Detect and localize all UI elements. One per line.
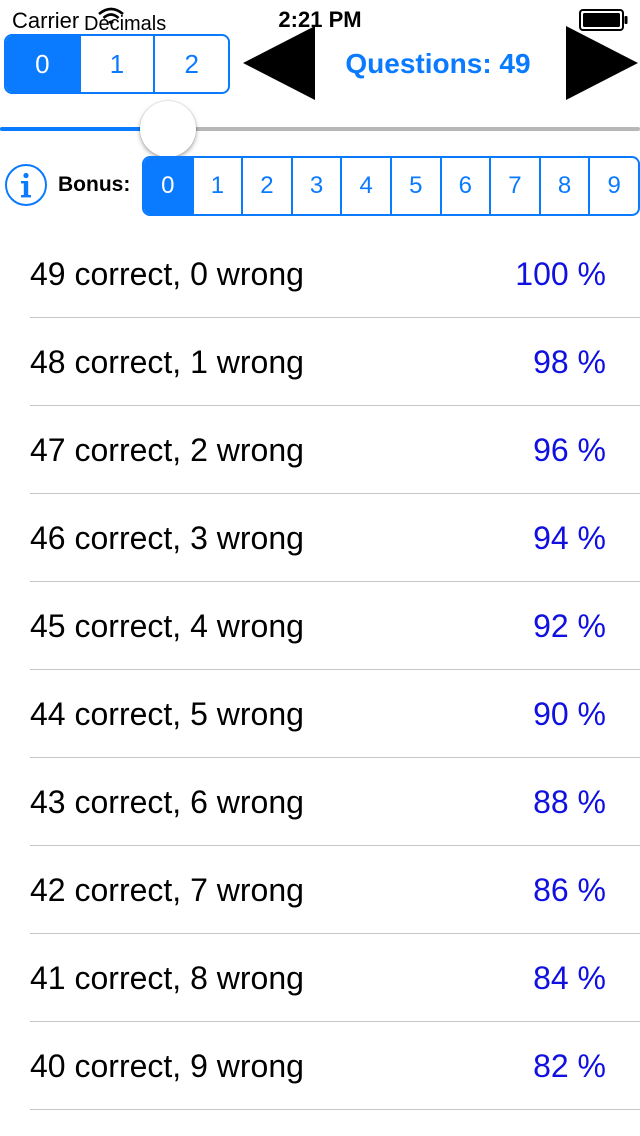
result-label: 43 correct, 6 wrong (30, 784, 304, 820)
table-row[interactable]: 45 correct, 4 wrong 92 % (0, 582, 640, 670)
result-percent: 94 % (533, 520, 606, 556)
decimals-option-2[interactable]: 2 (153, 36, 228, 92)
decimals-segmented-control[interactable]: 0 1 2 (4, 34, 230, 94)
bonus-label: Bonus: (58, 173, 131, 196)
next-triangle-right-icon[interactable] (566, 26, 638, 100)
result-label: 42 correct, 7 wrong (30, 872, 304, 908)
result-percent: 98 % (533, 344, 606, 380)
result-label: 41 correct, 8 wrong (30, 960, 304, 996)
result-percent: 100 % (515, 256, 606, 292)
table-row[interactable]: 44 correct, 5 wrong 90 % (0, 670, 640, 758)
bonus-option-8[interactable]: 8 (538, 158, 589, 214)
decimals-option-1[interactable]: 1 (78, 36, 154, 92)
previous-triangle-left-icon[interactable] (243, 26, 315, 100)
info-icon[interactable] (4, 163, 48, 207)
table-row[interactable]: 47 correct, 2 wrong 96 % (0, 406, 640, 494)
table-row[interactable]: 40 correct, 9 wrong 82 % (0, 1022, 640, 1110)
result-percent: 90 % (533, 696, 606, 732)
questions-slider-thumb[interactable] (140, 101, 196, 157)
questions-count: Questions: 49 (345, 48, 531, 79)
result-label: 49 correct, 0 wrong (30, 256, 304, 292)
result-percent: 96 % (533, 432, 606, 468)
table-row[interactable]: 49 correct, 0 wrong 100 % (0, 230, 640, 318)
bonus-option-9[interactable]: 9 (588, 158, 638, 214)
result-label: 47 correct, 2 wrong (30, 432, 304, 468)
bonus-option-3[interactable]: 3 (290, 158, 341, 214)
result-label: 44 correct, 5 wrong (30, 696, 304, 732)
result-percent: 92 % (533, 608, 606, 644)
decimals-option-0[interactable]: 0 (6, 36, 79, 92)
table-row[interactable]: 41 correct, 8 wrong 84 % (0, 934, 640, 1022)
bonus-option-1[interactable]: 1 (191, 158, 242, 214)
result-label: 46 correct, 3 wrong (30, 520, 304, 556)
bonus-option-5[interactable]: 5 (389, 158, 440, 214)
result-percent: 82 % (533, 1048, 606, 1084)
results-table[interactable]: 49 correct, 0 wrong 100 % 48 correct, 1 … (0, 230, 640, 1110)
bonus-option-7[interactable]: 7 (489, 158, 539, 214)
result-label: 40 correct, 9 wrong (30, 1048, 304, 1084)
bonus-option-6[interactable]: 6 (439, 158, 490, 214)
table-row[interactable]: 48 correct, 1 wrong 98 % (0, 318, 640, 406)
table-row[interactable]: 42 correct, 7 wrong 86 % (0, 846, 640, 934)
result-label: 48 correct, 1 wrong (30, 344, 304, 380)
bonus-option-0[interactable]: 0 (144, 158, 192, 214)
bonus-option-2[interactable]: 2 (241, 158, 291, 214)
result-percent: 88 % (533, 784, 606, 820)
result-percent: 84 % (533, 960, 606, 996)
table-row[interactable]: 43 correct, 6 wrong 88 % (0, 758, 640, 846)
status-time: 2:21 PM (278, 7, 362, 32)
bonus-option-4[interactable]: 4 (340, 158, 390, 214)
result-percent: 86 % (533, 872, 606, 908)
result-label: 45 correct, 4 wrong (30, 608, 304, 644)
bonus-segmented-control[interactable]: 0 1 2 3 4 5 6 7 8 9 (142, 156, 640, 216)
row-separator (30, 1109, 640, 1110)
table-row[interactable]: 46 correct, 3 wrong 94 % (0, 494, 640, 582)
